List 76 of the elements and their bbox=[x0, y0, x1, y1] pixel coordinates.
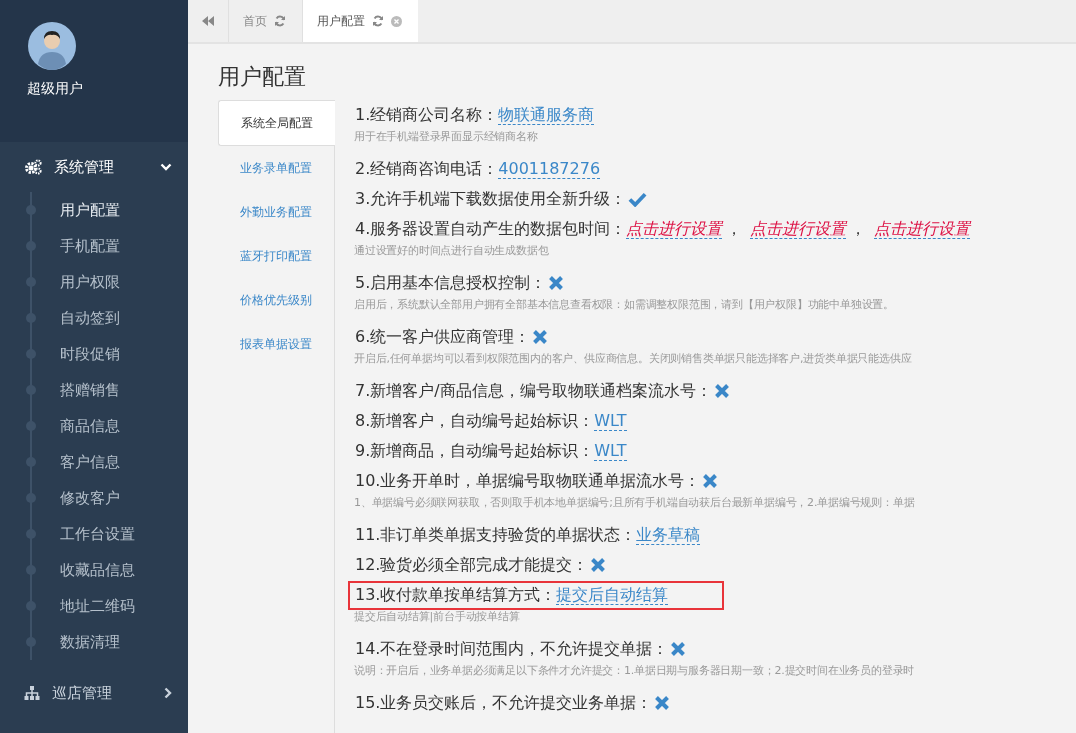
setting-label: 9.新增商品，自动编号起始标识： bbox=[355, 440, 595, 462]
section-tab[interactable]: 外勤业务配置 bbox=[218, 190, 334, 234]
menu-item[interactable]: 搭赠销售 bbox=[0, 372, 188, 408]
sitemap-icon bbox=[24, 686, 40, 700]
check-icon[interactable] bbox=[628, 191, 648, 207]
setting-link[interactable]: 点击进行设置 bbox=[626, 218, 723, 240]
setting-label: 4.服务器设置自动产生的数据包时间： bbox=[355, 218, 627, 240]
section-tab[interactable]: 报表单据设置 bbox=[218, 322, 334, 366]
setting-label: 8.新增客户，自动编号起始标识： bbox=[355, 410, 595, 432]
setting-label: 13.收付款单按单结算方式： bbox=[355, 584, 557, 606]
cross-icon[interactable] bbox=[654, 695, 671, 711]
setting-note: 启用后，系统默认全部用户拥有全部基本信息查看权限：如需调整权限范围，请到【用户权限】功能中单独设置。 bbox=[354, 297, 895, 313]
setting-note: 开启后,任何单据均可以看到权限范围内的客户、供应商信息。关闭则销售类单据只能选择客户,进货类单据只能选供应 bbox=[354, 351, 913, 367]
chevron-down-icon bbox=[160, 163, 172, 171]
setting-label: 11.非订单类单据支持验货的单据状态： bbox=[355, 524, 637, 546]
menu-item[interactable]: 工作台设置 bbox=[0, 516, 188, 552]
setting-label: 14.不在登录时间范围内，不允许提交单据： bbox=[355, 638, 669, 660]
chevron-right-icon bbox=[164, 687, 172, 699]
separator: ， bbox=[850, 218, 867, 240]
section-tab[interactable]: 业务录单配置 bbox=[218, 146, 334, 190]
setting-note: 通过设置好的时间点进行自动生成数据包 bbox=[354, 243, 550, 259]
cross-icon[interactable] bbox=[670, 641, 687, 657]
setting-note: 提交后自动结算|前台手动按单结算 bbox=[354, 609, 521, 625]
page-title: 用户配置 bbox=[218, 63, 307, 91]
menu-item[interactable]: 手机配置 bbox=[0, 228, 188, 264]
setting-link[interactable]: 点击进行设置 bbox=[750, 218, 847, 240]
setting-label: 12.验货必须全部完成才能提交： bbox=[355, 554, 589, 576]
setting-label: 1.经销商公司名称： bbox=[355, 104, 499, 126]
cross-icon[interactable] bbox=[548, 275, 565, 291]
cross-icon[interactable] bbox=[702, 473, 719, 489]
menu-item[interactable]: 修改客户 bbox=[0, 480, 188, 516]
page-tab[interactable]: 用户配置 bbox=[302, 0, 418, 42]
menu-item[interactable]: 收藏品信息 bbox=[0, 552, 188, 588]
cross-icon[interactable] bbox=[713, 383, 730, 399]
section-tab[interactable]: 蓝牙打印配置 bbox=[218, 234, 334, 278]
setting-link[interactable]: 点击进行设置 bbox=[874, 218, 971, 240]
menu-item[interactable]: 用户配置 bbox=[0, 192, 188, 228]
section-tab[interactable]: 系统全局配置 bbox=[218, 100, 335, 146]
menu-item[interactable]: 自动签到 bbox=[0, 300, 188, 336]
close-icon[interactable] bbox=[391, 15, 402, 27]
setting-link[interactable]: 提交后自动结算 bbox=[556, 584, 669, 606]
setting-label: 7.新增客户/商品信息，编号取物联通档案流水号： bbox=[355, 380, 712, 402]
setting-note: 用于在手机端登录界面显示经销商名称 bbox=[354, 129, 539, 145]
menu-item[interactable]: 用户权限 bbox=[0, 264, 188, 300]
separator: ， bbox=[726, 218, 743, 240]
gears-icon bbox=[24, 159, 42, 175]
cross-icon[interactable] bbox=[532, 329, 549, 345]
setting-label: 10.业务开单时，单据编号取物联通单据流水号： bbox=[355, 470, 701, 492]
setting-link[interactable]: 4001187276 bbox=[498, 158, 601, 180]
menu-item[interactable]: 地址二维码 bbox=[0, 588, 188, 624]
setting-label: 2.经销商咨询电话： bbox=[355, 158, 499, 180]
setting-label: 15.业务员交账后，不允许提交业务单据： bbox=[355, 692, 653, 714]
setting-label: 5.启用基本信息授权控制： bbox=[355, 272, 547, 294]
refresh-icon[interactable] bbox=[274, 15, 286, 27]
avatar-icon bbox=[28, 22, 76, 70]
setting-note: 说明：开启后，业务单据必须满足以下条件才允许提交：1.单据日期与服务器日期一致；2.提交时间在业务员的登录时 bbox=[354, 663, 916, 679]
menu-item[interactable]: 时段促销 bbox=[0, 336, 188, 372]
menu-item[interactable]: 数据清理 bbox=[0, 624, 188, 660]
setting-link[interactable]: 业务草稿 bbox=[636, 524, 701, 546]
menu-group[interactable]: 系统管理 bbox=[0, 142, 188, 192]
setting-link[interactable]: WLT bbox=[594, 440, 627, 462]
menu-group[interactable]: 巡店管理 bbox=[0, 668, 188, 718]
section-tab[interactable]: 价格优先级别 bbox=[218, 278, 334, 322]
setting-link[interactable]: 物联通服务商 bbox=[498, 104, 595, 126]
setting-link[interactable]: WLT bbox=[594, 410, 627, 432]
setting-note: 1、单据编号必须联网获取，否则取手机本地单据编号;且所有手机端自动获后台最新单据编号，2.单据编号规则：单据 bbox=[354, 495, 916, 511]
menu-label: 系统管理 bbox=[54, 157, 115, 177]
double-left-arrow-icon[interactable] bbox=[202, 16, 214, 26]
menu-item[interactable]: 商品信息 bbox=[0, 408, 188, 444]
setting-label: 6.统一客户供应商管理： bbox=[355, 326, 531, 348]
menu-item[interactable]: 客户信息 bbox=[0, 444, 188, 480]
refresh-icon[interactable] bbox=[372, 15, 384, 27]
cross-icon[interactable] bbox=[590, 557, 607, 573]
menu-label: 巡店管理 bbox=[52, 683, 113, 703]
setting-label: 3.允许手机端下载数据使用全新升级： bbox=[355, 188, 627, 210]
user-name: 超级用户 bbox=[27, 80, 83, 98]
